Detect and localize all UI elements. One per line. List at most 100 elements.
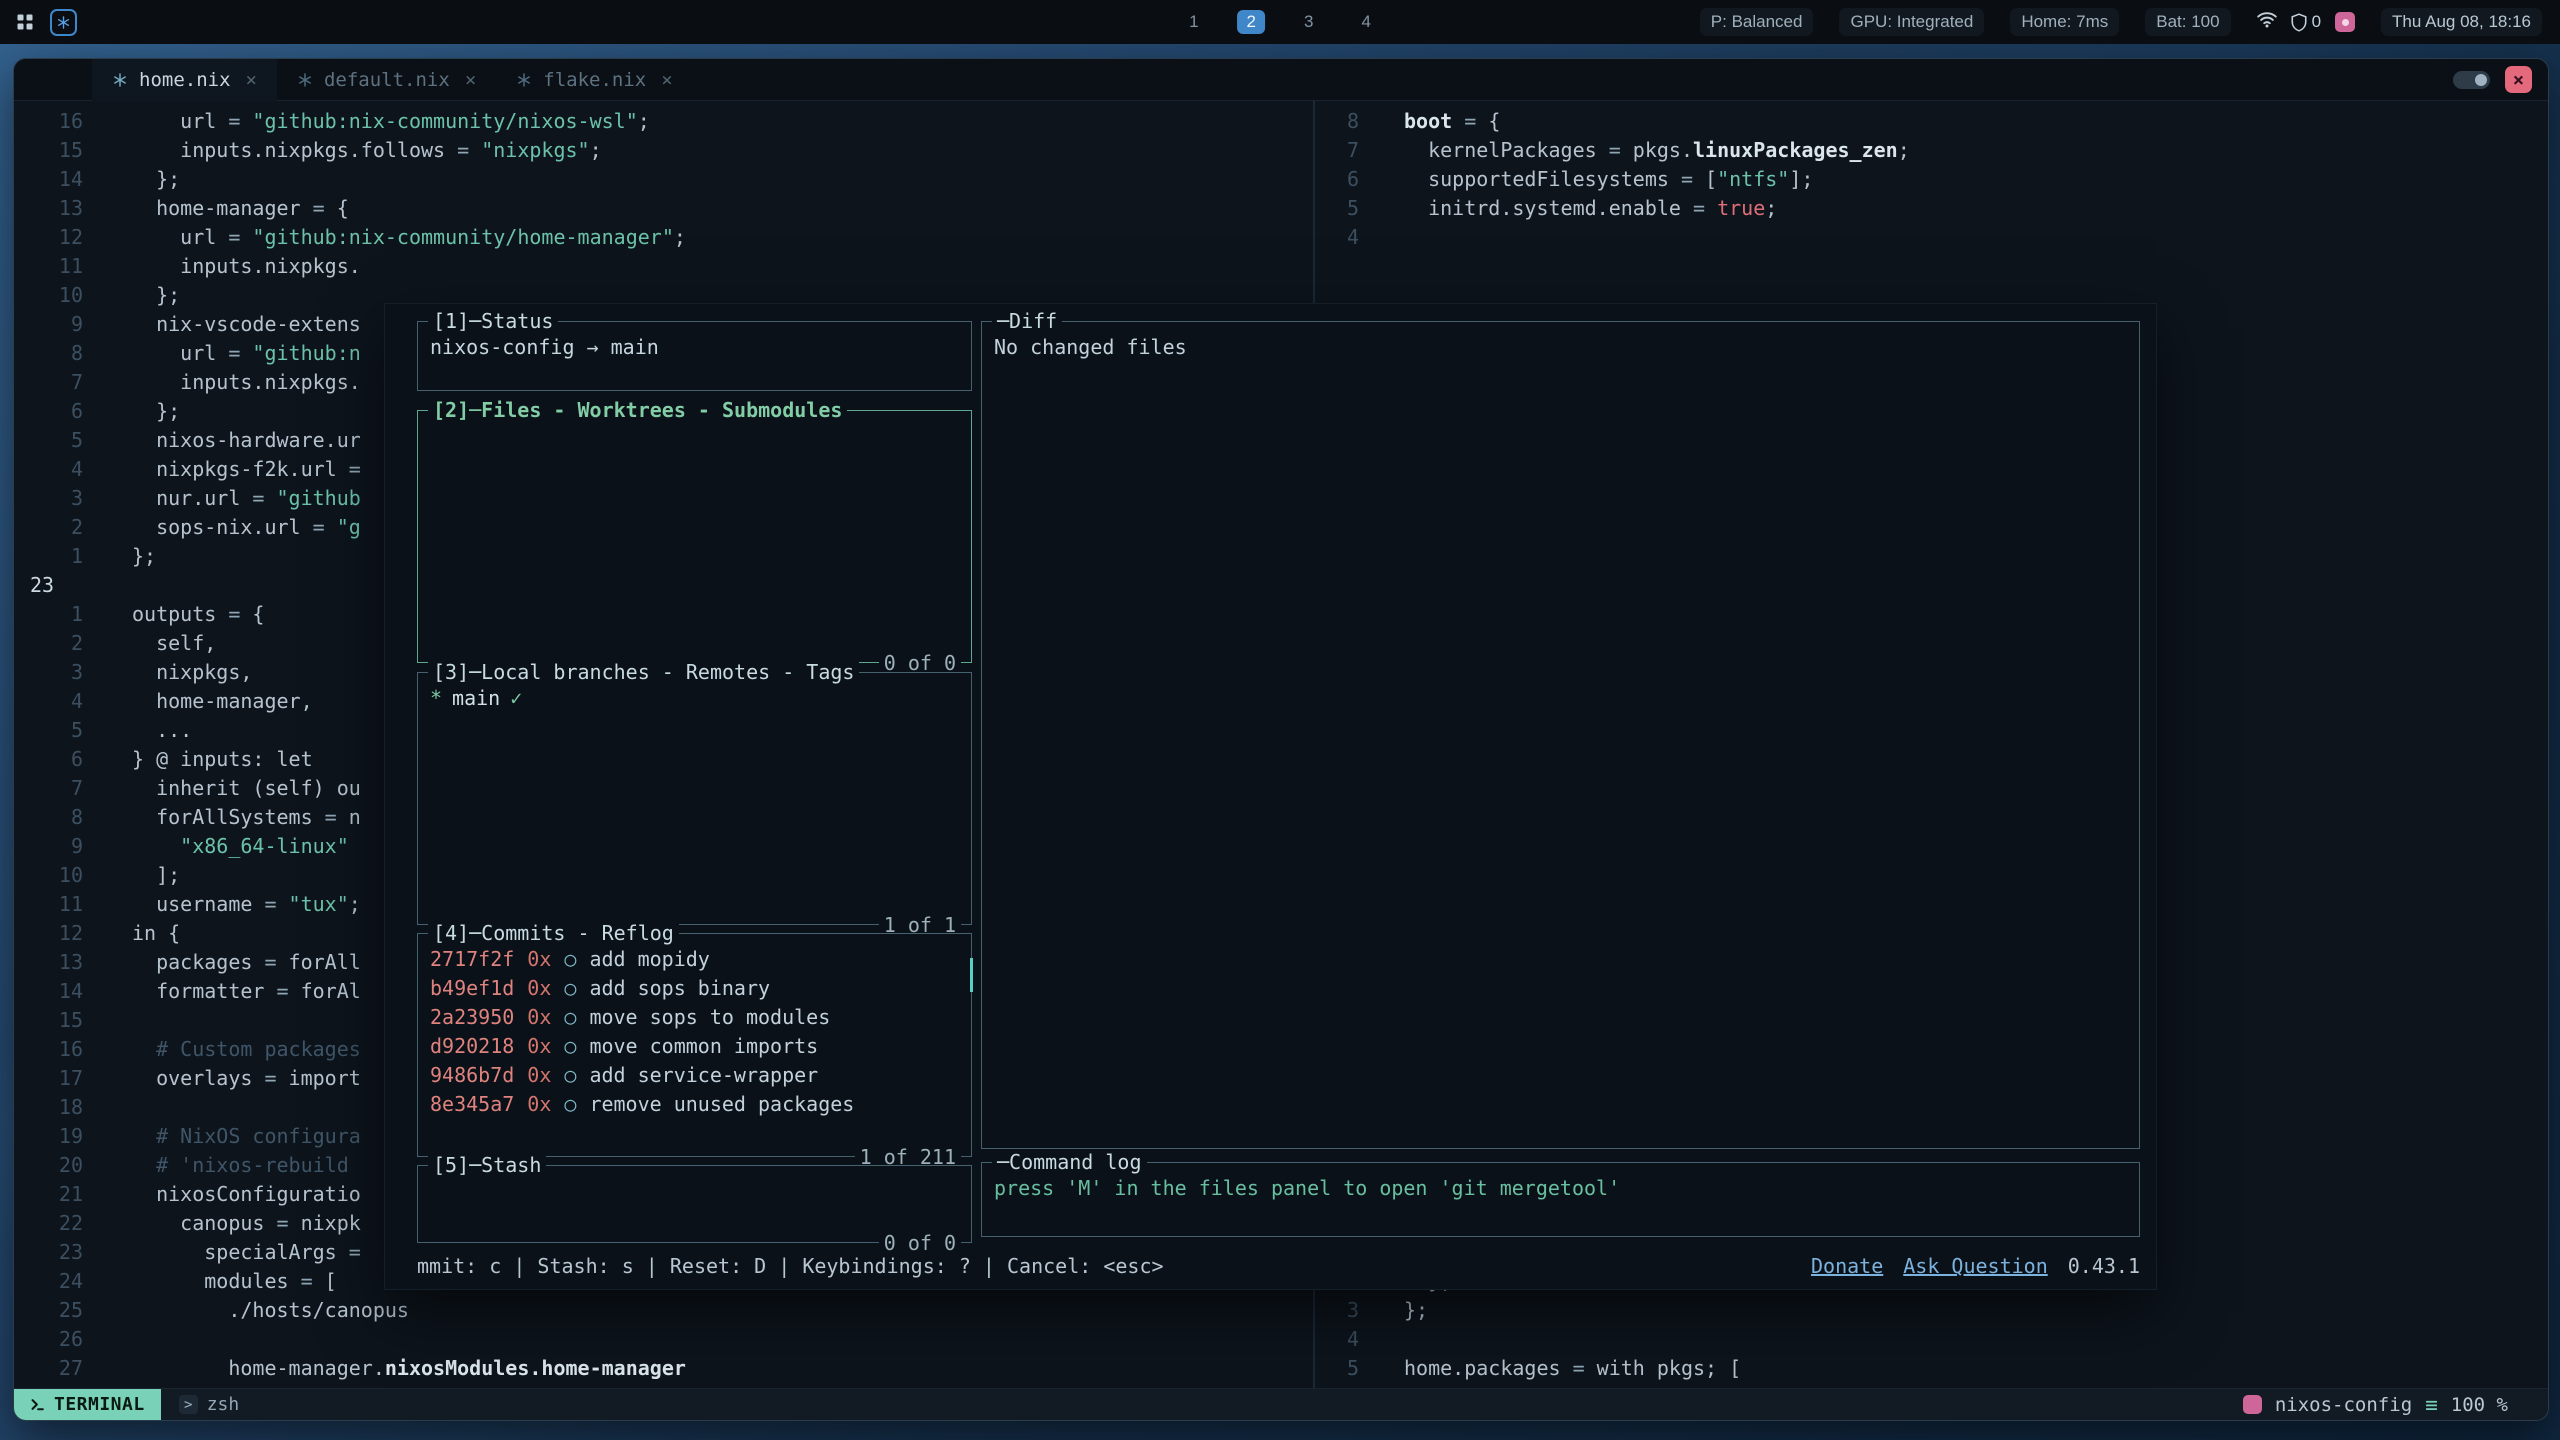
code-line: 11 inputs.nixpkgs. — [30, 252, 1313, 281]
tab-home.nix[interactable]: home.nix× — [92, 59, 277, 101]
code-text: # Custom packages — [83, 1035, 361, 1064]
line-number: 22 — [30, 1209, 83, 1238]
pin-toggle[interactable] — [2453, 71, 2490, 89]
editor-window: home.nix×default.nix×flake.nix× × 16 url… — [13, 58, 2549, 1421]
lazygit-status-panel[interactable]: [1]─Status nixos-config → main — [417, 321, 972, 391]
code-text: overlays = import — [83, 1064, 361, 1093]
clock[interactable]: Thu Aug 08, 18:16 — [2381, 8, 2542, 36]
apps-grid-icon[interactable] — [16, 13, 34, 31]
commits-scrollbar[interactable] — [970, 958, 973, 992]
line-number: 17 — [30, 1064, 83, 1093]
code-text: boot = { — [1359, 107, 1500, 136]
line-number: 11 — [30, 890, 83, 919]
donate-link[interactable]: Donate — [1811, 1252, 1883, 1281]
line-number: 3 — [30, 484, 83, 513]
mode-label: TERMINAL — [54, 1394, 145, 1415]
workspace-button-3[interactable]: 3 — [1295, 10, 1322, 34]
commit-row[interactable]: 2717f2f0x○add mopidy — [430, 945, 959, 974]
code-text — [1359, 223, 1404, 252]
code-text: inherit (self) ou — [83, 774, 361, 803]
current-branch-marker: * — [430, 686, 442, 710]
commit-graph-icon: ○ — [564, 1063, 576, 1087]
line-number: 10 — [30, 281, 83, 310]
desktop: 1234 P: BalancedGPU: IntegratedHome: 7ms… — [0, 0, 2560, 1440]
code-text: ]; — [83, 861, 180, 890]
commit-message: add service-wrapper — [589, 1063, 818, 1087]
code-text: inputs.nixpkgs.follows = "nixpkgs"; — [83, 136, 602, 165]
commit-row[interactable]: d9202180x○move common imports — [430, 1032, 959, 1061]
branch-row[interactable]: * main ✓ — [430, 684, 959, 713]
line-number: 12 — [30, 919, 83, 948]
line-number: 7 — [30, 368, 83, 397]
code-line — [1315, 252, 2548, 281]
line-number: 6 — [30, 397, 83, 426]
commit-row[interactable]: 9486b7d0x○add service-wrapper — [430, 1061, 959, 1090]
editor-area: 16 url = "github:nix-community/nixos-wsl… — [14, 101, 2548, 1389]
code-line: 4 — [1315, 223, 2548, 252]
pushed-check-icon: ✓ — [510, 686, 522, 710]
commit-hash: b49ef1d — [430, 976, 514, 1000]
commit-row[interactable]: 8e345a70x○remove unused packages — [430, 1090, 959, 1119]
code-text: nixos-hardware.ur — [83, 426, 361, 455]
code-text: "x86_64-linux" — [83, 832, 349, 861]
topbar-right: P: BalancedGPU: IntegratedHome: 7msBat: … — [1700, 8, 2560, 36]
workspace-button-4[interactable]: 4 — [1352, 10, 1379, 34]
code-text: home-manager = { — [83, 194, 349, 223]
wifi-icon[interactable] — [2257, 11, 2277, 33]
line-number: 4 — [1315, 223, 1359, 252]
lazygit-popup: [1]─Status nixos-config → main [2]─Files… — [385, 304, 2156, 1289]
branch-name: main — [452, 686, 500, 710]
line-number: 24 — [30, 1267, 83, 1296]
tab-default.nix[interactable]: default.nix× — [277, 59, 496, 101]
commit-row[interactable]: b49ef1d0x○add sops binary — [430, 974, 959, 1003]
scroll-percent: 100 % — [2451, 1394, 2508, 1416]
lazygit-diff-panel[interactable]: ─Diff No changed files — [981, 321, 2140, 1149]
code-line: 5 initrd.systemd.enable = true; — [1315, 194, 2548, 223]
code-text: outputs = { — [83, 600, 264, 629]
workspace-button-2[interactable]: 2 — [1238, 10, 1265, 34]
lazygit-files-panel[interactable]: [2]─Files - Worktrees - Submodules 0 of … — [417, 410, 972, 663]
nix-snowflake-icon — [112, 72, 128, 88]
tab-close-icon[interactable]: × — [246, 69, 257, 91]
status-segment: GPU: Integrated — [1839, 8, 1984, 36]
commit-row[interactable]: 2a239500x○move sops to modules — [430, 1003, 959, 1032]
shield-count: 0 — [2312, 12, 2321, 32]
shield-icon[interactable]: 0 — [2291, 12, 2321, 32]
lazygit-keybar: mmit: c | Stash: s | Reset: D | Keybindi… — [417, 1252, 2140, 1281]
nix-snowflake-icon — [297, 72, 313, 88]
code-text: }; — [83, 165, 180, 194]
ask-question-link[interactable]: Ask Question — [1903, 1252, 2048, 1281]
lazygit-branches-panel[interactable]: [3]─Local branches - Remotes - Tags 1 of… — [417, 672, 972, 925]
workspace-button-1[interactable]: 1 — [1180, 10, 1207, 34]
line-number: 16 — [30, 1035, 83, 1064]
commit-message: remove unused packages — [589, 1092, 854, 1116]
nix-badge-icon[interactable] — [50, 9, 77, 36]
code-text: nixpkgs-f2k.url = — [83, 455, 361, 484]
window-close-button[interactable]: × — [2505, 66, 2532, 93]
lazygit-commits-panel[interactable]: [4]─Commits - Reflog 1 of 211 2717f2f0x○… — [417, 933, 972, 1157]
lazygit-stash-panel[interactable]: [5]─Stash 0 of 0 — [417, 1165, 972, 1243]
tab-flake.nix[interactable]: flake.nix× — [496, 59, 692, 101]
code-text: url = "github:nix-community/home-manager… — [83, 223, 686, 252]
lazygit-command-log-panel[interactable]: ─Command log press 'M' in the files pane… — [981, 1162, 2140, 1237]
code-text — [83, 1006, 132, 1035]
line-number: 14 — [30, 165, 83, 194]
code-line: 15 inputs.nixpkgs.follows = "nixpkgs"; — [30, 136, 1313, 165]
line-number: 9 — [30, 832, 83, 861]
line-number: 4 — [1315, 1325, 1359, 1354]
tab-close-icon[interactable]: × — [661, 69, 672, 91]
code-text: # 'nixos-rebuild — [83, 1151, 349, 1180]
line-number: 10 — [30, 861, 83, 890]
statusline-right: nixos-config ≡ 100 % — [2243, 1393, 2548, 1417]
tray-app-icon[interactable] — [2335, 12, 2355, 32]
line-number: 3 — [30, 658, 83, 687]
top-status-bar: 1 2 3 4 P: BalancedGPU: IntegratedHome: 7ms… — [0, 0, 2560, 44]
tab-close-icon[interactable]: × — [465, 69, 476, 91]
commit-message: add mopidy — [589, 947, 709, 971]
tray-icons: 0 — [2257, 11, 2355, 33]
panel-title: [4]─Commits - Reflog — [428, 920, 679, 946]
line-number: 9 — [30, 310, 83, 339]
code-text: modules = [ — [83, 1267, 337, 1296]
line-number: 20 — [30, 1151, 83, 1180]
line-number: 4 — [30, 455, 83, 484]
